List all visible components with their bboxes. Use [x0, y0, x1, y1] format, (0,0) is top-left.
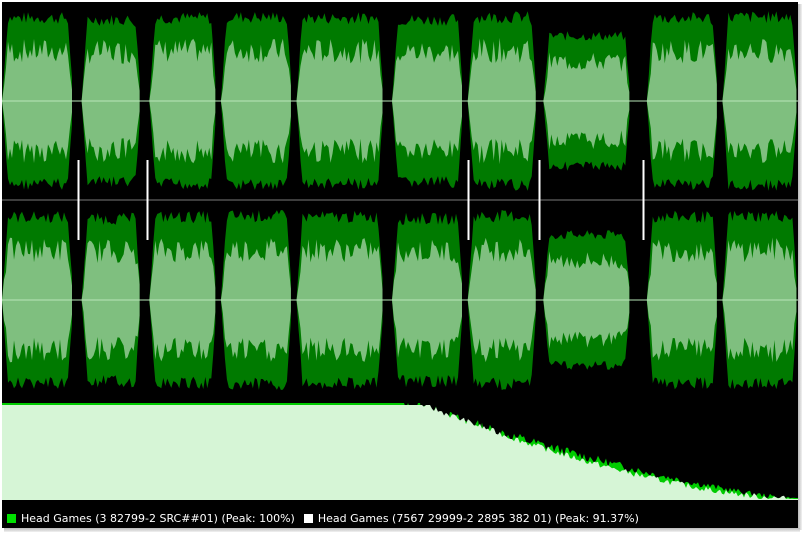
- spectrum-panel: [2, 400, 798, 500]
- legend-item-2895[interactable]: Head Games (7567 29999-2 2895 382 01) (P…: [302, 512, 639, 525]
- legend-label-src01: Head Games (3 82799-2 SRC##01) (Peak: 10…: [21, 512, 295, 525]
- legend-label-2895: Head Games (7567 29999-2 2895 382 01) (P…: [317, 512, 639, 525]
- green-swatch-icon: [6, 513, 17, 524]
- legend-item-src01[interactable]: Head Games (3 82799-2 SRC##01) (Peak: 10…: [6, 512, 295, 525]
- window-shadow-right: [798, 4, 802, 530]
- window-shadow-bottom: [4, 528, 800, 532]
- legend-bar: Head Games (3 82799-2 SRC##01) (Peak: 10…: [2, 509, 798, 528]
- waveform-graph: [2, 2, 798, 398]
- white-swatch-icon: [302, 513, 314, 524]
- spectrum-graph: [2, 400, 798, 500]
- waveform-panel[interactable]: [2, 2, 798, 398]
- waveform-viewer[interactable]: Head Games (3 82799-2 SRC##01) (Peak: 10…: [2, 2, 798, 528]
